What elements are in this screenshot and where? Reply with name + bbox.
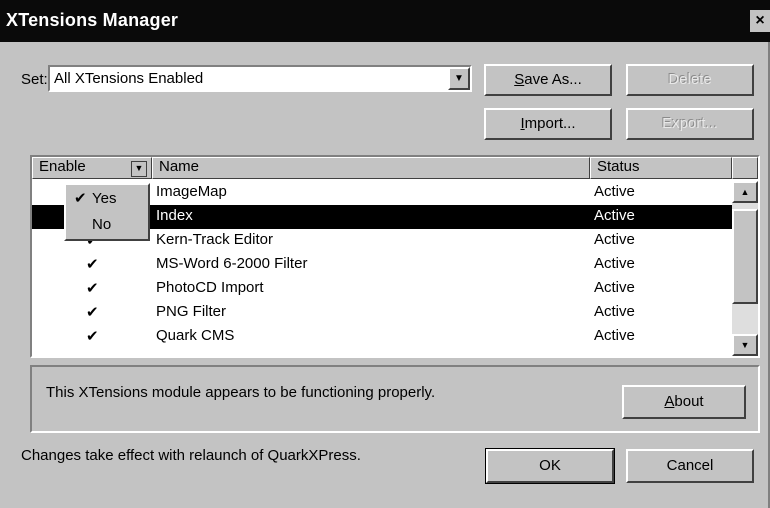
row-name: PhotoCD Import <box>156 279 264 296</box>
save-as-mnemonic: S <box>514 71 525 88</box>
import-button[interactable]: Import... <box>484 108 612 140</box>
set-label: Set: <box>21 71 48 88</box>
check-icon: ✔ <box>86 256 99 273</box>
menu-item-no-label: No <box>92 216 112 233</box>
arrow-down-icon[interactable]: ▼ <box>732 334 758 356</box>
menu-item-yes-label: Yes <box>92 190 117 207</box>
check-icon: ✔ <box>86 304 99 321</box>
set-dropdown-value: All XTensions Enabled <box>54 70 204 87</box>
column-enable-label: Enable <box>39 158 86 175</box>
about-mnemonic: A <box>664 393 675 410</box>
chevron-down-icon[interactable]: ▼ <box>448 67 470 90</box>
row-name: PNG Filter <box>156 303 227 320</box>
column-name-label: Name <box>159 158 200 175</box>
row-name: Index <box>156 207 193 224</box>
check-icon: ✔ <box>86 328 99 345</box>
xtensions-manager-window: XTensions Manager × Set: All XTensions E… <box>0 0 770 508</box>
export-button[interactable]: Export... <box>626 108 754 140</box>
ok-label: OK <box>539 457 561 474</box>
close-button[interactable]: × <box>750 10 770 32</box>
vertical-scrollbar[interactable]: ▲ ▼ <box>732 181 758 356</box>
about-button[interactable]: About <box>622 385 746 419</box>
row-status: Active <box>594 327 635 344</box>
save-as-button[interactable]: Save As... <box>484 64 612 96</box>
column-name[interactable]: Name <box>152 157 590 179</box>
column-status[interactable]: Status <box>590 157 732 179</box>
arrow-up-icon[interactable]: ▲ <box>732 181 758 203</box>
delete-button[interactable]: Delete <box>626 64 754 96</box>
column-spacer <box>732 157 758 179</box>
window-title: XTensions Manager <box>6 10 179 30</box>
row-status: Active <box>594 279 635 296</box>
table-row[interactable]: ✔ PNG Filter Active <box>32 301 732 325</box>
module-status-message: This XTensions module appears to be func… <box>46 384 436 401</box>
row-status: Active <box>594 183 635 200</box>
relaunch-note: Changes take effect with relaunch of Qua… <box>21 447 361 464</box>
menu-item-yes[interactable]: ✔ Yes <box>66 187 148 211</box>
about-label: bout <box>674 393 704 410</box>
ok-button[interactable]: OK <box>485 448 615 484</box>
column-status-label: Status <box>597 158 640 175</box>
row-name: Quark CMS <box>156 327 235 344</box>
chevron-down-icon[interactable]: ▼ <box>131 161 147 177</box>
set-dropdown[interactable]: All XTensions Enabled ▼ <box>48 65 472 92</box>
row-status: Active <box>594 231 635 248</box>
cancel-button[interactable]: Cancel <box>626 449 754 483</box>
scrollbar-thumb[interactable] <box>732 209 758 304</box>
row-name: MS-Word 6-2000 Filter <box>156 255 308 272</box>
check-icon: ✔ <box>74 190 87 207</box>
row-name: Kern-Track Editor <box>156 231 273 248</box>
table-row[interactable]: ✔ Quark CMS Active <box>32 325 732 349</box>
list-header: Enable ▼ Name Status <box>32 157 758 179</box>
enable-popup-menu: ✔ Yes No <box>64 183 150 241</box>
import-label: mport... <box>524 115 576 132</box>
row-status: Active <box>594 303 635 320</box>
save-as-label: ave As... <box>524 71 582 88</box>
column-enable[interactable]: Enable ▼ <box>32 157 152 179</box>
export-label: Export... <box>662 115 718 132</box>
delete-label: Delete <box>668 71 712 88</box>
row-name: ImageMap <box>156 183 227 200</box>
row-status: Active <box>594 255 635 272</box>
row-status: Active <box>594 207 635 224</box>
cancel-label: Cancel <box>666 457 714 474</box>
table-row[interactable]: ✔ MS-Word 6-2000 Filter Active <box>32 253 732 277</box>
check-icon: ✔ <box>86 280 99 297</box>
menu-item-no[interactable]: No <box>66 213 148 237</box>
title-bar[interactable]: XTensions Manager × <box>0 0 770 42</box>
table-row[interactable]: ✔ PhotoCD Import Active <box>32 277 732 301</box>
